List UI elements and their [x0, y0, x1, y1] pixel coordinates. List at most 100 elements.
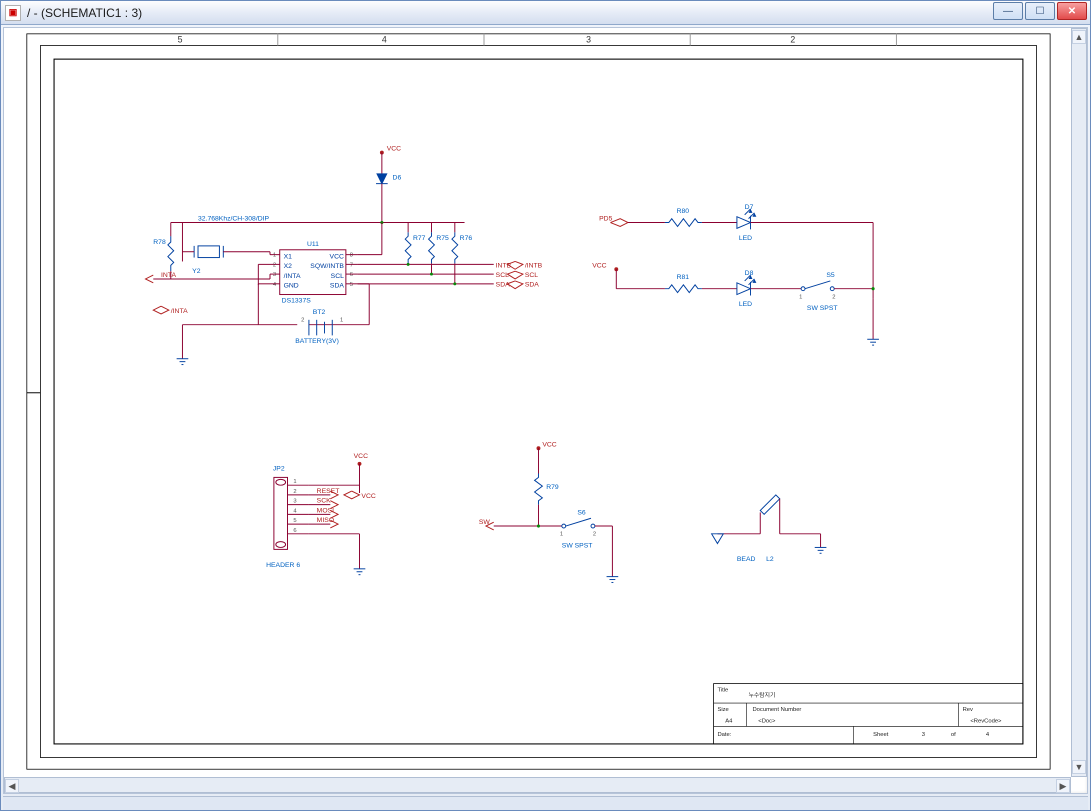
val-d7: LED [739, 235, 752, 242]
tb-sheet-of: of [951, 732, 956, 738]
svg-text:1: 1 [273, 253, 276, 259]
net-vcc-jp2: VCC [354, 453, 368, 460]
u11-pin-sda: SDA [330, 283, 344, 290]
u11-pin-x2: X2 [284, 263, 293, 270]
val-l2: BEAD [737, 556, 756, 563]
app-window: ▣ / - (SCHEMATIC1 : 3) — ☐ ✕ 5 4 3 2 [0, 0, 1091, 811]
net-inta-port: INTA [161, 272, 176, 279]
svg-text:4: 4 [273, 282, 277, 288]
u11-pin-scl: SCL [331, 273, 344, 280]
statusbar [3, 796, 1088, 810]
ref-r78: R78 [153, 239, 166, 246]
minimize-button[interactable]: — [993, 2, 1023, 20]
ref-s5: S5 [826, 272, 835, 279]
window-buttons: — ☐ ✕ [993, 2, 1087, 20]
tb-rev-label: Rev [963, 707, 973, 713]
val-u11: DS1337S [282, 297, 312, 304]
tb-sheet-cur: 3 [922, 732, 925, 738]
svg-text:6: 6 [293, 528, 296, 534]
svg-text:2: 2 [593, 532, 596, 538]
svg-text:2: 2 [293, 489, 296, 495]
net-scl: SCL [496, 272, 509, 279]
u11-pin-gnd: GND [284, 283, 299, 290]
scroll-up-icon[interactable]: ▲ [1072, 30, 1086, 44]
tb-title-value: 누수탐지기 [749, 691, 776, 699]
net-sda-off: SDA [525, 282, 539, 289]
scroll-left-icon[interactable]: ◀ [5, 779, 19, 793]
scroll-down-icon[interactable]: ▼ [1072, 760, 1086, 774]
scroll-right-icon[interactable]: ▶ [1056, 779, 1070, 793]
svg-text:2: 2 [273, 262, 276, 268]
ref-r80: R80 [677, 208, 690, 215]
horizontal-scrollbar[interactable]: ◀ ▶ [4, 777, 1071, 793]
svg-text:7: 7 [350, 262, 353, 268]
ref-u11: U11 [307, 241, 319, 248]
schematic-svg: 5 4 3 2 VCC [4, 28, 1071, 777]
u11-pin-sqwintb: SQW/INTB [310, 263, 344, 270]
ruler-col-5: 5 [178, 35, 183, 45]
ref-y2: Y2 [192, 268, 201, 275]
ref-d6: D6 [393, 175, 402, 182]
tb-docnum-label: Document Number [752, 707, 801, 713]
val-s5: SW SPST [807, 305, 838, 312]
net-scl-off: SCL [525, 272, 538, 279]
vertical-scrollbar[interactable]: ▲ ▼ [1071, 28, 1087, 777]
ruler-col-2: 2 [790, 35, 795, 45]
net-reset: RESET [317, 488, 340, 495]
u11-pin-vcc: VCC [330, 254, 344, 261]
net-vcc-reset: VCC [361, 493, 375, 500]
svg-text:1: 1 [340, 318, 343, 324]
ref-bt2: BT2 [313, 309, 326, 316]
ref-r75: R75 [436, 235, 449, 242]
header-block: VCC JP2 1 2 3 4 [266, 453, 376, 575]
tb-title-label: Title [717, 687, 728, 693]
net-inta-off: /INTA [171, 308, 188, 315]
sw-block: VCC R79 SW 1 2 S6 SW SPST [479, 441, 618, 582]
titlebar: ▣ / - (SCHEMATIC1 : 3) — ☐ ✕ [1, 1, 1090, 25]
tb-sheet-label: Sheet [873, 732, 889, 738]
tb-sheet-tot: 4 [986, 732, 990, 738]
net-vcc-1: VCC [387, 146, 401, 153]
net-vcc-led: VCC [592, 262, 606, 269]
ref-l2: L2 [766, 556, 774, 563]
rtc-block: VCC D6 Y2 [145, 146, 542, 365]
u11-pin-x1: X1 [284, 254, 293, 261]
net-vcc-sw: VCC [542, 441, 556, 448]
app-icon: ▣ [5, 5, 21, 21]
net-sda: SDA [496, 282, 510, 289]
val-s6: SW SPST [562, 542, 593, 549]
svg-text:1: 1 [560, 532, 563, 538]
client-area: 5 4 3 2 VCC [3, 27, 1088, 794]
close-button[interactable]: ✕ [1057, 2, 1087, 20]
svg-text:6: 6 [350, 272, 353, 278]
net-pd5: PD5 [599, 216, 612, 223]
ref-d7: D7 [745, 204, 754, 211]
svg-text:3: 3 [273, 272, 276, 278]
tb-size-value: A4 [725, 719, 733, 725]
tb-rev-value: <RevCode> [970, 719, 1002, 725]
ref-jp2: JP2 [273, 466, 285, 473]
led-block: PD5 R80 D7 LED V [592, 204, 879, 345]
val-d8: LED [739, 301, 752, 308]
svg-text:1: 1 [293, 479, 296, 485]
net-intb-off: /INTB [525, 262, 543, 269]
ref-s6: S6 [577, 509, 586, 516]
svg-text:4: 4 [293, 508, 297, 514]
ref-r77: R77 [413, 235, 426, 242]
svg-text:2: 2 [832, 294, 835, 300]
svg-text:5: 5 [350, 282, 353, 288]
tb-size-label: Size [717, 707, 728, 713]
schematic-canvas[interactable]: 5 4 3 2 VCC [4, 28, 1071, 777]
maximize-button[interactable]: ☐ [1025, 2, 1055, 20]
title-block: Title 누수탐지기 Size A4 Document Number <Doc… [714, 684, 1023, 744]
bead-block: BEAD L2 [712, 495, 827, 563]
tb-docnum-value: <Doc> [758, 719, 776, 725]
val-y2: 32.768Khz/CH-308/DIP [198, 216, 269, 223]
svg-text:2: 2 [301, 318, 304, 324]
tb-date-label: Date: [717, 732, 731, 738]
ref-d8: D8 [745, 270, 754, 277]
val-jp2: HEADER 6 [266, 562, 300, 569]
svg-text:8: 8 [350, 253, 353, 259]
svg-text:3: 3 [293, 499, 296, 505]
net-sck: SCK [317, 498, 331, 505]
